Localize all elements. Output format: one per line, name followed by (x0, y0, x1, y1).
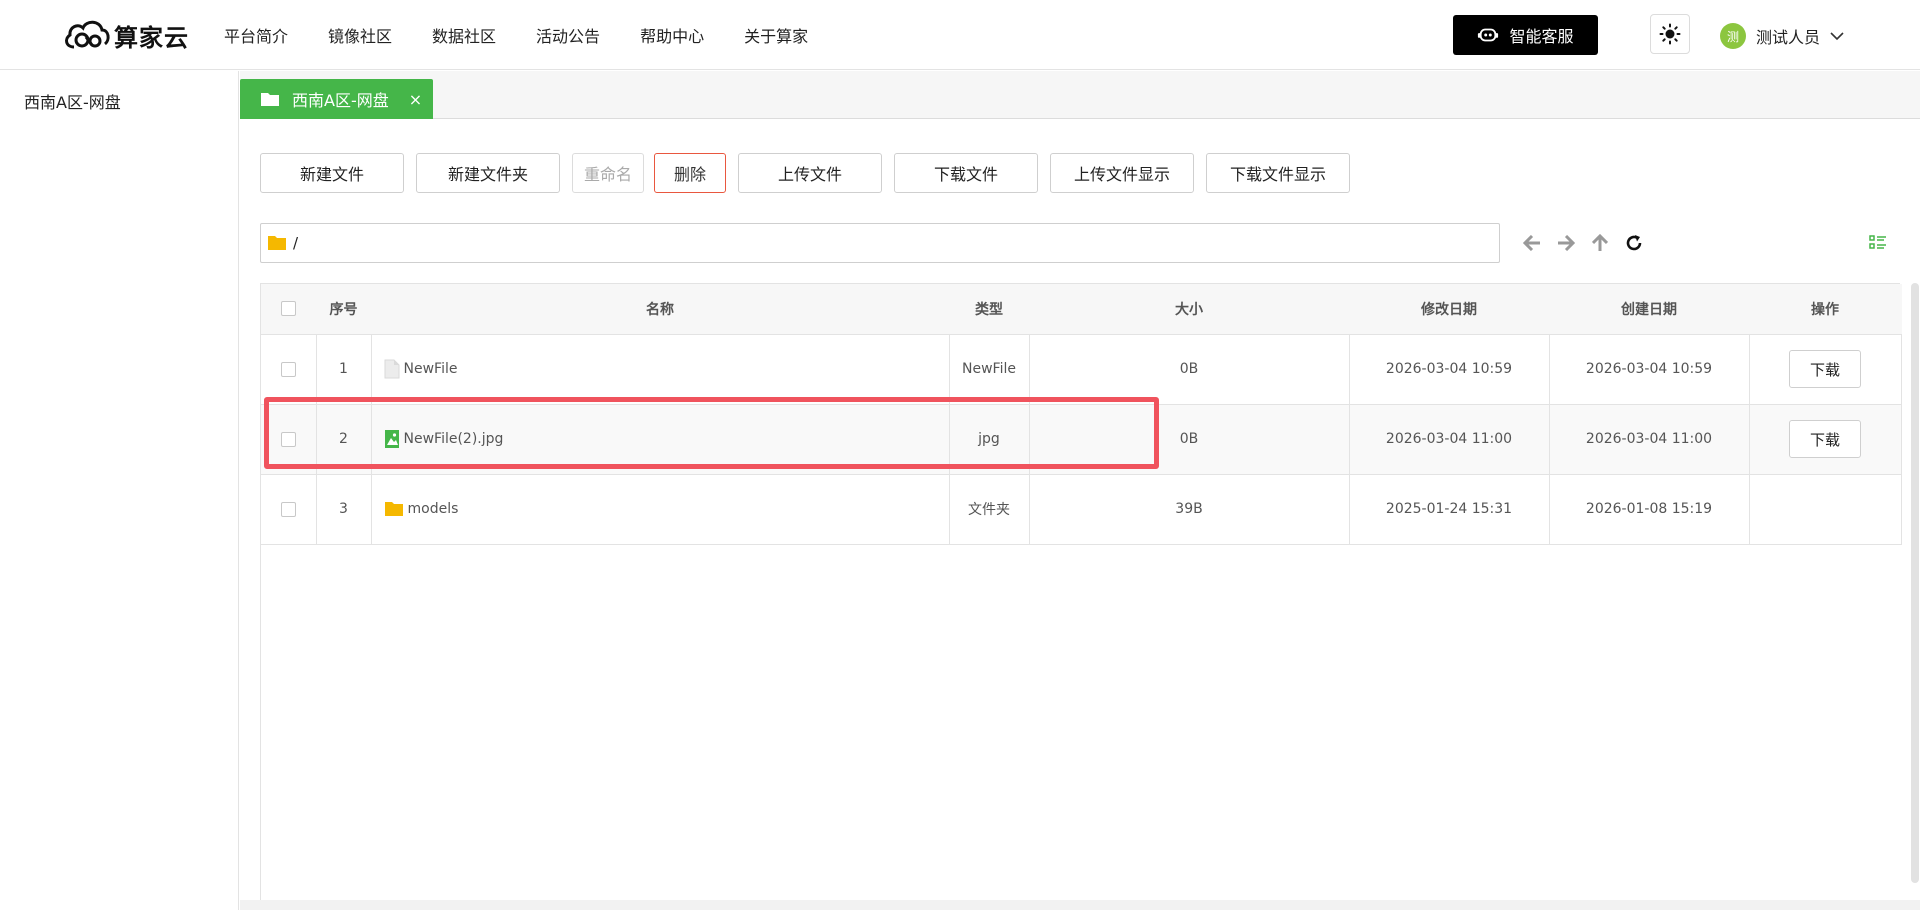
file-table: 序号 名称 类型 大小 修改日期 创建日期 操作 1 NewFile NewFi… (261, 284, 1902, 545)
header-size[interactable]: 大小 (1029, 284, 1350, 335)
row-created: 2026-03-04 11:00 (1549, 404, 1750, 475)
avatar: 测 (1720, 23, 1746, 49)
folder-icon (261, 93, 279, 106)
row-size: 0B (1029, 334, 1350, 405)
rename-button[interactable]: 重命名 (572, 153, 644, 193)
vertical-scrollbar[interactable] (1911, 283, 1919, 883)
header-name[interactable]: 名称 (371, 284, 950, 335)
delete-button[interactable]: 删除 (654, 153, 726, 193)
list-view-icon[interactable] (1869, 234, 1887, 254)
main-nav: 平台简介 镜像社区 数据社区 活动公告 帮助中心 关于算家 (224, 0, 848, 70)
nav-help-center[interactable]: 帮助中心 (640, 23, 704, 47)
nav-data-community[interactable]: 数据社区 (432, 23, 496, 47)
download-button[interactable]: 下载 (1789, 350, 1861, 388)
sidebar-item-southwest-disk[interactable]: 西南A区-网盘 (24, 89, 121, 113)
row-index: 1 (316, 334, 372, 405)
header-actions: 操作 (1749, 284, 1902, 335)
header-created[interactable]: 创建日期 (1549, 284, 1750, 335)
row-checkbox[interactable] (280, 361, 296, 377)
new-folder-button[interactable]: 新建文件夹 (416, 153, 560, 193)
table-row[interactable]: 3 models 文件夹 39B 2025-01-24 15:31 2026-0… (261, 474, 1902, 545)
row-type: NewFile (949, 334, 1030, 405)
tab-label: 西南A区-网盘 (292, 91, 389, 110)
show-downloads-button[interactable]: 下载文件显示 (1206, 153, 1350, 193)
row-type: 文件夹 (949, 474, 1030, 545)
robot-icon (1478, 28, 1499, 42)
show-uploads-button[interactable]: 上传文件显示 (1050, 153, 1194, 193)
row-index: 2 (316, 404, 372, 475)
row-modified: 2026-03-04 11:00 (1349, 404, 1550, 475)
path-value: / (293, 234, 299, 252)
select-all-checkbox[interactable] (280, 301, 296, 317)
logo[interactable]: 算家云 (62, 12, 189, 58)
path-input[interactable]: / (260, 223, 1500, 263)
table-header-row: 序号 名称 类型 大小 修改日期 创建日期 操作 (261, 284, 1902, 335)
theme-toggle-button[interactable] (1650, 14, 1690, 54)
sun-icon (1659, 23, 1681, 45)
up-arrow-icon[interactable] (1583, 234, 1617, 252)
header-index: 序号 (316, 284, 372, 335)
file-icon (384, 359, 399, 379)
top-header: 算家云 平台简介 镜像社区 数据社区 活动公告 帮助中心 关于算家 智能客服 测… (0, 0, 1920, 70)
header-type[interactable]: 类型 (949, 284, 1030, 335)
bottom-strip (240, 900, 1920, 910)
smart-service-label: 智能客服 (1509, 27, 1574, 46)
upload-file-button[interactable]: 上传文件 (738, 153, 882, 193)
row-modified: 2025-01-24 15:31 (1349, 474, 1550, 545)
row-size: 39B (1029, 474, 1350, 545)
tab-southwest-disk[interactable]: 西南A区-网盘 × (240, 79, 433, 119)
download-button[interactable]: 下载 (1789, 420, 1861, 458)
user-name: 测试人员 (1756, 28, 1821, 47)
new-file-button[interactable]: 新建文件 (260, 153, 404, 193)
header-modified[interactable]: 修改日期 (1349, 284, 1550, 335)
nav-about[interactable]: 关于算家 (744, 23, 808, 47)
sidebar: 西南A区-网盘 (0, 71, 239, 910)
logo-text: 算家云 (114, 23, 189, 52)
tab-close-icon[interactable]: × (409, 90, 422, 109)
nav-platform-intro[interactable]: 平台简介 (224, 23, 288, 47)
folder-name-link[interactable]: models (408, 501, 459, 517)
smart-service-button[interactable]: 智能客服 (1453, 15, 1598, 55)
folder-icon (384, 502, 403, 516)
table-row[interactable]: 1 NewFile NewFile 0B 2026-03-04 10:59 20… (261, 334, 1902, 405)
forward-arrow-icon[interactable] (1549, 235, 1583, 251)
table-row[interactable]: 2 NewFile(2).jpg jpg 0B 2026-03-04 11:00… (261, 404, 1902, 475)
tab-bar: 西南A区-网盘 × (240, 71, 1920, 119)
row-created: 2026-03-04 10:59 (1549, 334, 1750, 405)
row-index: 3 (316, 474, 372, 545)
nav-announcements[interactable]: 活动公告 (536, 23, 600, 47)
cloud-logo-icon (65, 20, 110, 49)
image-file-icon (384, 430, 399, 448)
download-file-button[interactable]: 下载文件 (894, 153, 1038, 193)
row-type: jpg (949, 404, 1030, 475)
user-menu[interactable]: 测 测试人员 (1720, 22, 1844, 50)
path-navigation (1515, 231, 1651, 255)
row-checkbox[interactable] (280, 431, 296, 447)
row-checkbox[interactable] (280, 501, 296, 517)
refresh-icon[interactable] (1617, 234, 1651, 252)
chevron-down-icon (1830, 32, 1844, 41)
folder-icon (268, 236, 286, 250)
select-all-cell (261, 284, 317, 335)
row-size: 0B (1029, 404, 1350, 475)
row-modified: 2026-03-04 10:59 (1349, 334, 1550, 405)
nav-image-community[interactable]: 镜像社区 (328, 23, 392, 47)
row-actions-empty (1749, 474, 1902, 545)
file-table-container: 序号 名称 类型 大小 修改日期 创建日期 操作 1 NewFile NewFi… (260, 283, 1902, 900)
back-arrow-icon[interactable] (1515, 235, 1549, 251)
file-name-link[interactable]: NewFile(2).jpg (404, 431, 504, 447)
file-name-link[interactable]: NewFile (404, 361, 458, 377)
row-created: 2026-01-08 15:19 (1549, 474, 1750, 545)
